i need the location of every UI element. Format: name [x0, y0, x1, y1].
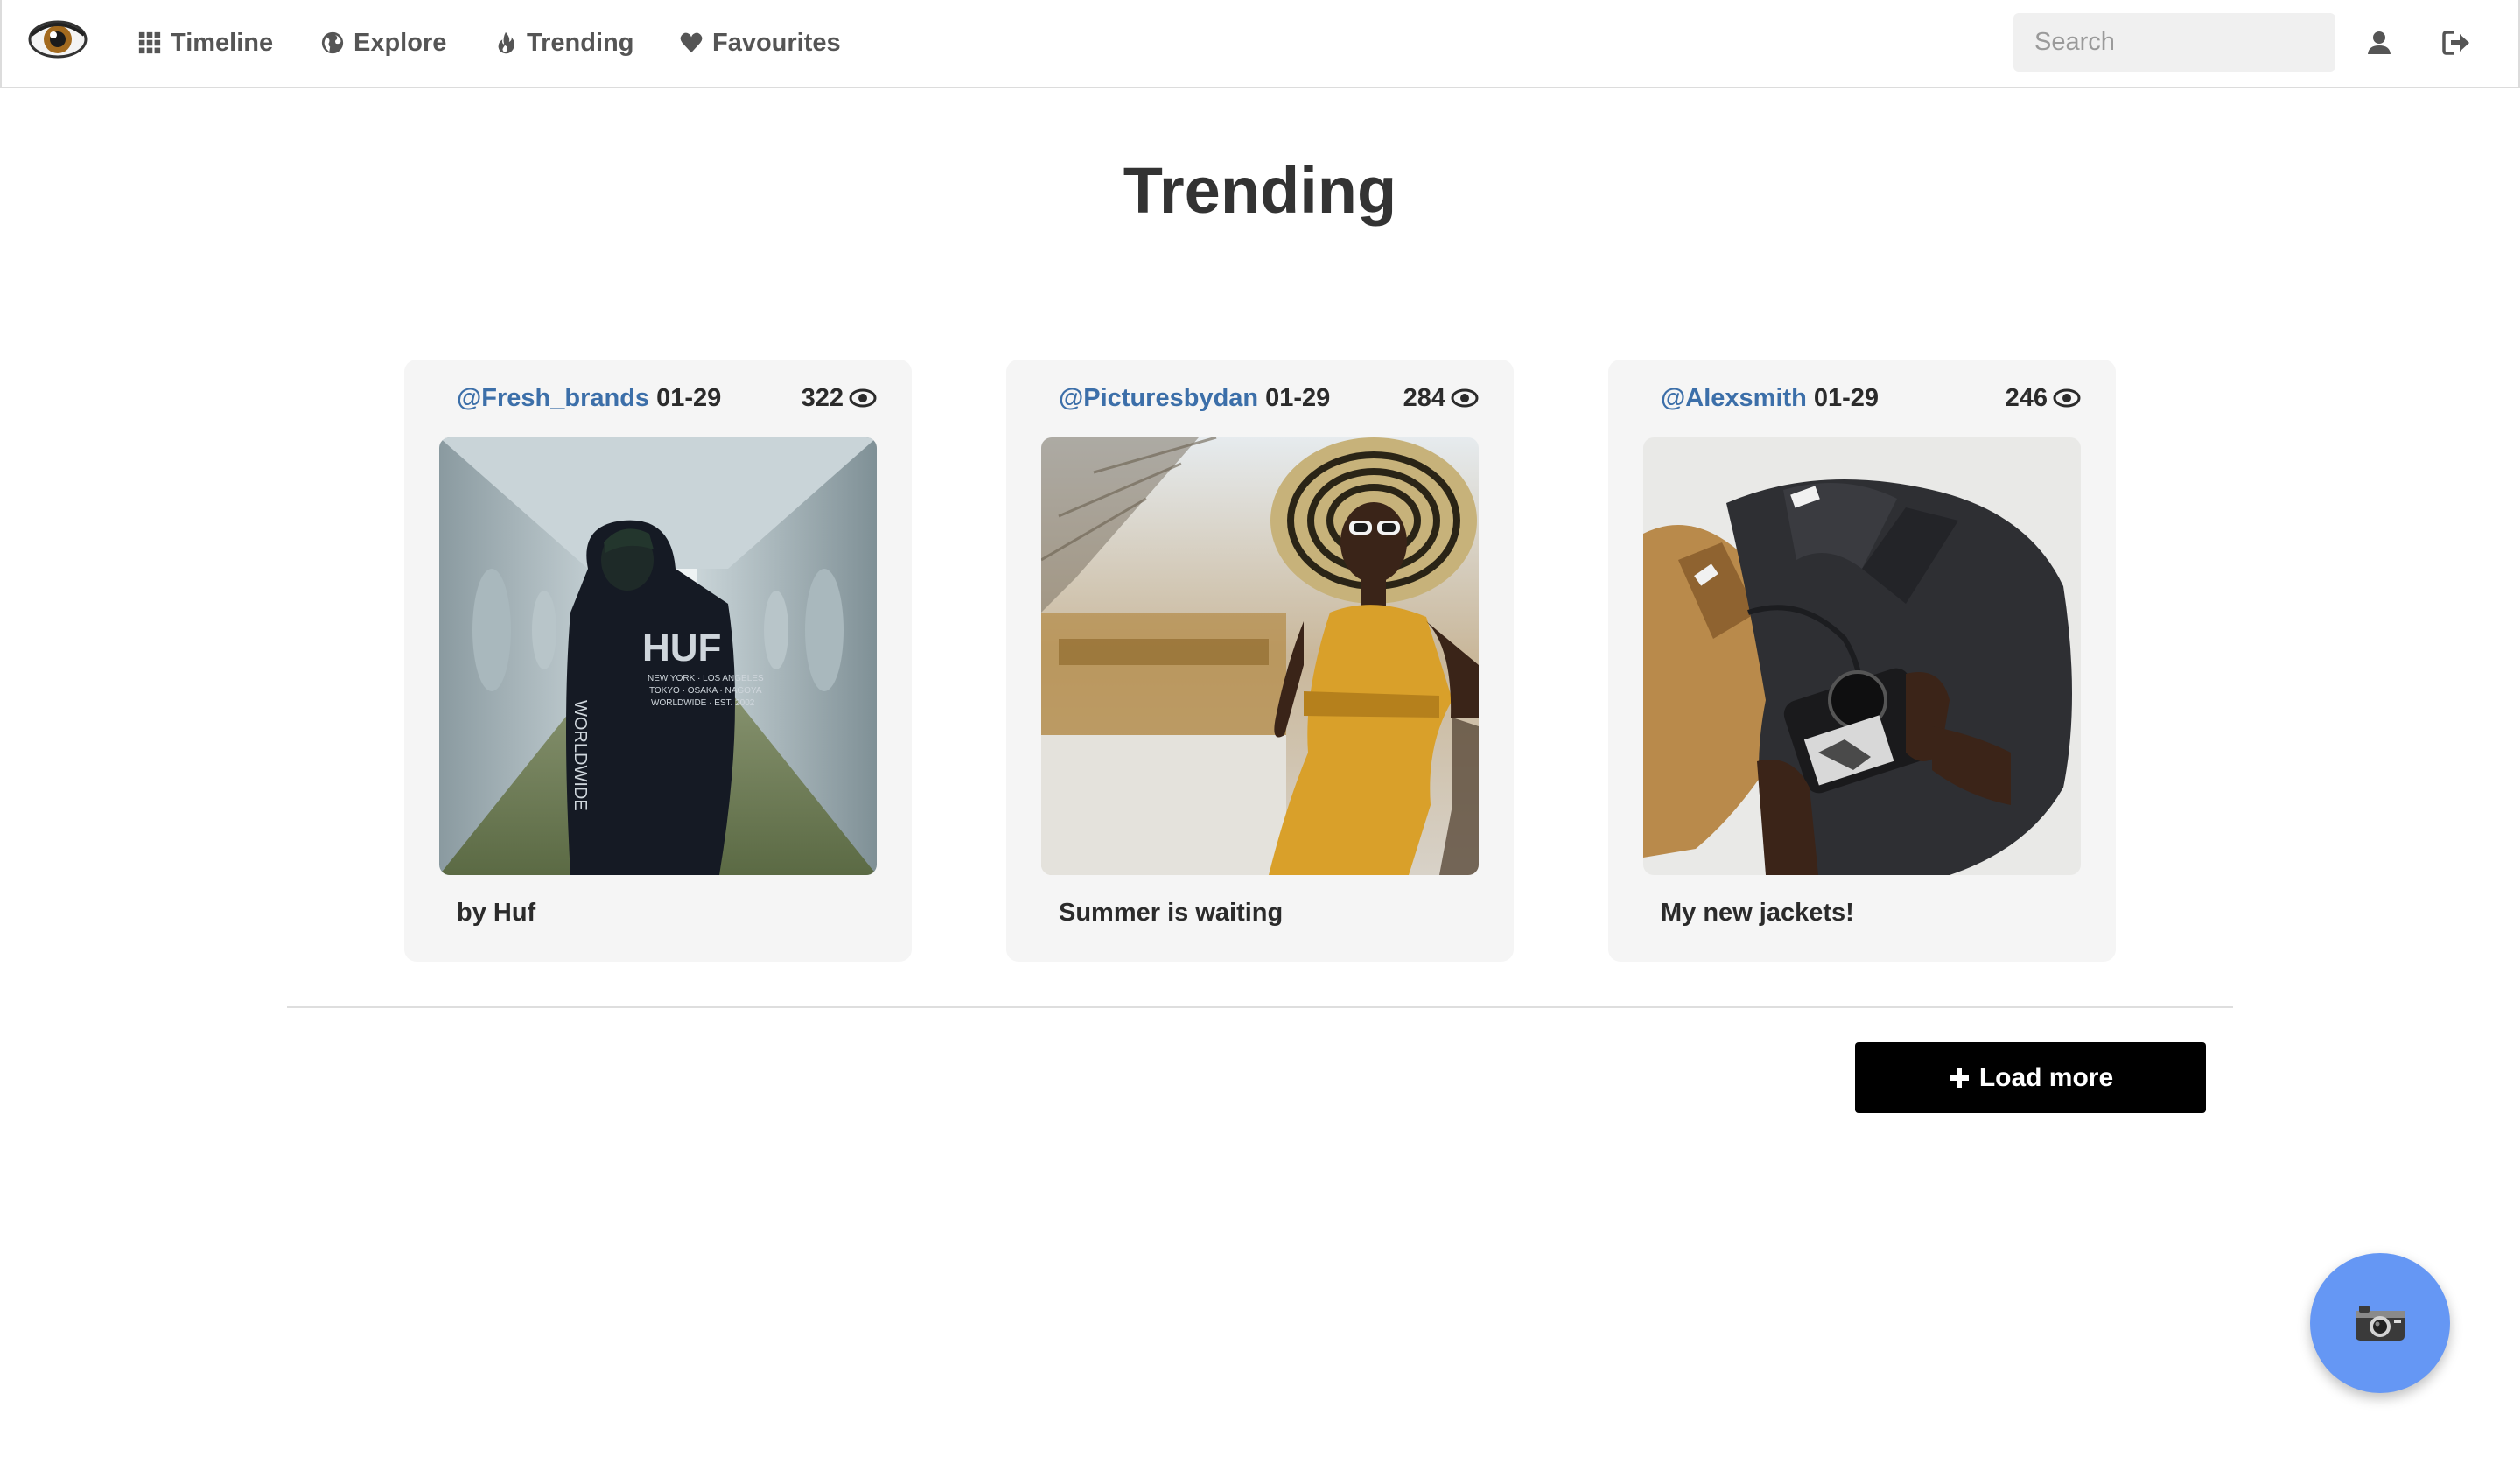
svg-text:HUF: HUF [642, 626, 721, 669]
eye-icon [1451, 388, 1479, 409]
top-navbar: Timeline Explore Trending Favourites [0, 0, 2520, 88]
card-username-link[interactable]: @Picturesbydan [1059, 384, 1258, 412]
nav-item-label: Explore [354, 28, 447, 57]
nav-item-label: Favourites [712, 28, 841, 57]
eye-icon [849, 388, 877, 409]
camera-fab-button[interactable] [2310, 1253, 2450, 1393]
post-card: @Alexsmith 01-29 246 My new jackets! [1608, 360, 2116, 962]
camera-icon [2356, 1306, 2404, 1340]
eye-logo-icon[interactable] [28, 16, 88, 63]
nav-item-favourites[interactable]: Favourites [678, 24, 841, 61]
post-card: @Picturesbydan 01-29 284 Summer is waiti… [1006, 360, 1514, 962]
nav-item-explore[interactable]: Explore [319, 24, 446, 61]
svg-text:WORLDWIDE · EST. 2002: WORLDWIDE · EST. 2002 [651, 698, 755, 708]
svg-text:NEW YORK · LOS ANGELES: NEW YORK · LOS ANGELES [648, 674, 764, 683]
nav-item-label: Trending [527, 28, 634, 57]
load-more-button[interactable]: Load more [1855, 1042, 2206, 1113]
view-count-value: 284 [1403, 383, 1446, 412]
card-username-link[interactable]: @Fresh_brands [457, 384, 649, 412]
card-view-count: 246 [2006, 384, 2081, 413]
post-photo[interactable] [1643, 438, 2081, 875]
page-title: Trending [1123, 154, 1397, 227]
user-icon[interactable] [2362, 26, 2396, 60]
svg-text:TOKYO · OSAKA · NAGOYA: TOKYO · OSAKA · NAGOYA [649, 686, 762, 696]
nav-item-trending[interactable]: Trending [493, 24, 634, 61]
post-caption: My new jackets! [1661, 899, 1854, 927]
card-header: @Picturesbydan 01-29 284 [1059, 381, 1479, 416]
eye-icon [2053, 388, 2081, 409]
view-count-value: 322 [801, 383, 844, 412]
view-count-value: 246 [2005, 383, 2048, 412]
card-view-count: 322 [802, 384, 877, 413]
card-date: 01-29 [656, 383, 722, 412]
flame-icon [493, 30, 519, 56]
post-photo[interactable]: HUF NEW YORK · LOS ANGELES TOKYO · OSAKA… [439, 438, 877, 875]
post-photo[interactable] [1041, 438, 1479, 875]
globe-icon [319, 30, 346, 56]
plus-icon [1948, 1067, 1970, 1089]
card-header: @Alexsmith 01-29 246 [1661, 381, 2081, 416]
card-view-count: 284 [1404, 384, 1479, 413]
search-input[interactable] [2013, 13, 2335, 72]
nav-item-timeline[interactable]: Timeline [136, 24, 273, 61]
card-username-link[interactable]: @Alexsmith [1661, 384, 1807, 412]
heart-icon [678, 30, 704, 56]
load-more-label: Load more [1978, 1062, 2114, 1092]
grid-icon [136, 30, 163, 56]
card-date: 01-29 [1813, 383, 1880, 412]
card-date: 01-29 [1265, 383, 1331, 412]
post-card: @Fresh_brands 01-29 322 HUF NEW YORK · L… [404, 360, 912, 962]
svg-text:WORLDWIDE: WORLDWIDE [570, 700, 590, 811]
nav-item-label: Timeline [171, 28, 274, 57]
logout-icon[interactable] [2440, 26, 2473, 60]
card-header: @Fresh_brands 01-29 322 [457, 381, 877, 416]
section-divider [287, 1006, 2233, 1008]
post-caption: by Huf [457, 899, 536, 927]
post-caption: Summer is waiting [1059, 899, 1284, 927]
